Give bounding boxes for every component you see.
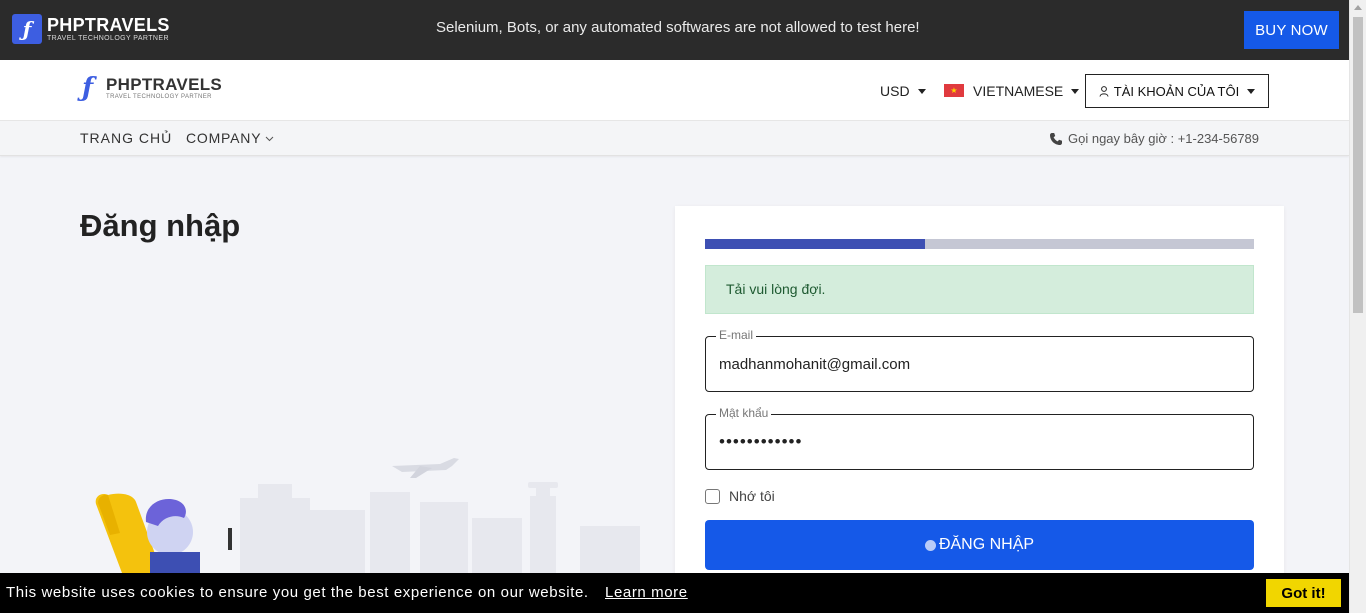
page-scrollbar[interactable]: [1349, 0, 1366, 613]
travel-illustration: [95, 458, 640, 573]
top-brand-tagline: TRAVEL TECHNOLOGY PARTNER: [47, 34, 169, 42]
chevron-down-icon: [266, 136, 274, 141]
loading-spinner-icon: [924, 539, 936, 551]
cookie-accept-button[interactable]: Got it!: [1266, 579, 1341, 607]
nav-company-dropdown[interactable]: COMPANY: [186, 130, 274, 146]
password-input[interactable]: [719, 429, 1239, 455]
progress-fill: [705, 239, 925, 249]
password-label: Mật khẩu: [716, 406, 772, 420]
login-submit-label: ĐĂNG NHẬP: [938, 536, 1035, 553]
phone-icon: [1050, 132, 1062, 145]
top-brand-name: PHPTRAVELS: [47, 14, 170, 35]
phone-text: Gọi ngay bây giờ : +1-234-56789: [1068, 131, 1260, 146]
page-title: Đăng nhập: [80, 208, 241, 243]
login-card: Tải vui lòng đợi. E-mail Mật khẩu Nhớ tô…: [675, 206, 1284, 586]
loading-progress-bar: [705, 239, 1254, 249]
call-now-phone[interactable]: Gọi ngay bây giờ : +1-234-56789: [1049, 131, 1259, 146]
remember-me-label: Nhớ tôi: [729, 488, 775, 504]
vietnam-flag-icon: ★: [944, 84, 964, 97]
caret-down-icon: [917, 88, 926, 94]
site-header: ƒ PHPTRAVELS TRAVEL TECHNOLOGY PARTNER U…: [0, 60, 1349, 121]
currency-dropdown[interactable]: USD: [880, 83, 926, 99]
user-icon: [1099, 85, 1109, 97]
buy-now-button[interactable]: BUY NOW: [1244, 11, 1339, 49]
login-submit-button[interactable]: ĐĂNG NHẬP: [705, 520, 1254, 570]
main-nav: TRANG CHỦ COMPANY Gọi ngay bây giờ : +1-…: [0, 121, 1349, 156]
remember-me-checkbox[interactable]: [705, 488, 720, 504]
learn-more-link[interactable]: Learn more: [605, 584, 688, 601]
logo-icon: ƒ: [12, 14, 42, 44]
top-logo[interactable]: ƒ PHPTRAVELS TRAVEL TECHNOLOGY PARTNER: [12, 14, 170, 44]
cookie-message: This website uses cookies to ensure you …: [6, 584, 589, 601]
email-field: E-mail: [705, 328, 1254, 392]
loading-alert: Tải vui lòng đợi.: [705, 265, 1254, 314]
my-account-label: TÀI KHOẢN CỦA TÔI: [1113, 83, 1240, 99]
logo-icon: ƒ: [82, 73, 94, 103]
caret-down-icon: [1071, 88, 1080, 94]
scrollbar-thumb[interactable]: [1353, 17, 1363, 313]
email-input[interactable]: [719, 351, 1239, 377]
cookie-consent-bar: This website uses cookies to ensure you …: [0, 573, 1349, 613]
email-label: E-mail: [716, 328, 757, 342]
scroll-up-arrow-icon[interactable]: [1354, 5, 1362, 10]
caret-down-icon: [1247, 88, 1256, 94]
site-brand-name: PHPTRAVELS: [106, 74, 223, 94]
site-brand-tagline: TRAVEL TECHNOLOGY PARTNER: [106, 93, 212, 100]
nav-home-link[interactable]: TRANG CHỦ: [80, 130, 172, 146]
remember-me[interactable]: Nhớ tôi: [705, 488, 775, 504]
language-dropdown[interactable]: VIETNAMESE: [973, 83, 1080, 99]
top-banner: ƒ PHPTRAVELS TRAVEL TECHNOLOGY PARTNER S…: [0, 0, 1349, 60]
site-logo[interactable]: ƒ PHPTRAVELS TRAVEL TECHNOLOGY PARTNER: [82, 73, 222, 103]
my-account-button[interactable]: TÀI KHOẢN CỦA TÔI: [1085, 74, 1269, 108]
currency-label: USD: [880, 83, 910, 99]
bot-warning-notice: Selenium, Bots, or any automated softwar…: [436, 19, 920, 36]
nav-company-label: COMPANY: [186, 130, 262, 146]
language-label: VIETNAMESE: [973, 83, 1064, 99]
password-field: Mật khẩu: [705, 406, 1254, 470]
